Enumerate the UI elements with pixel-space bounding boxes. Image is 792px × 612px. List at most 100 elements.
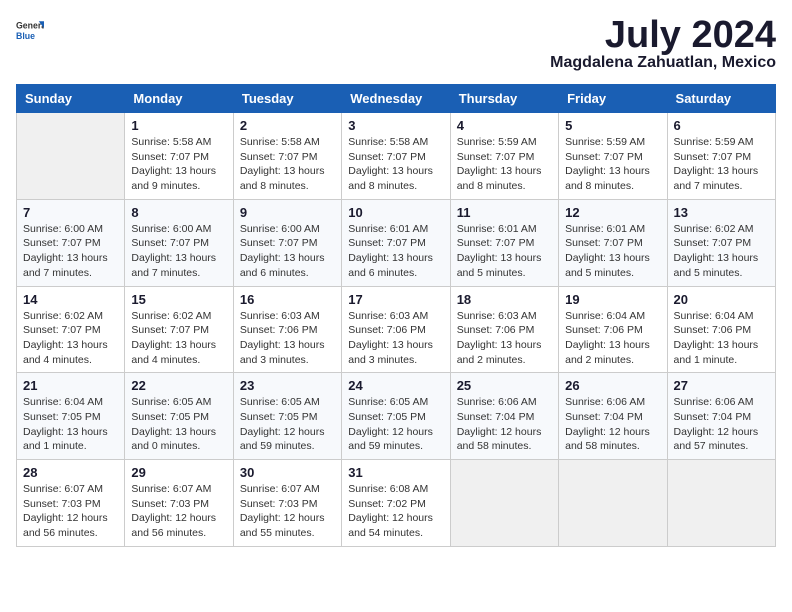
calendar-cell: 22Sunrise: 6:05 AMSunset: 7:05 PMDayligh… — [125, 373, 233, 460]
day-number: 15 — [131, 292, 226, 307]
calendar-cell: 30 Sunrise: 6:07 AMSunset: 7:03 PMDayligh… — [233, 460, 341, 547]
day-info: Sunrise: 6:02 AMSunset: 7:07 PMDaylight:… — [23, 309, 118, 368]
day-number: 26 — [565, 378, 660, 393]
calendar-week-row: 1Sunrise: 5:58 AMSunset: 7:07 PMDaylight… — [17, 113, 776, 200]
calendar-cell: 10Sunrise: 6:01 AMSunset: 7:07 PMDayligh… — [342, 199, 450, 286]
day-number: 17 — [348, 292, 443, 307]
day-number: 18 — [457, 292, 552, 307]
calendar-cell: 17 Sunrise: 6:03 AMSunset: 7:06 PMDayligh… — [342, 286, 450, 373]
day-number: 5 — [565, 118, 660, 133]
calendar-cell: 28 Sunrise: 6:07 AMSunset: 7:03 PMDayligh… — [17, 460, 125, 547]
day-info: Sunrise: 6:05 AMSunset: 7:05 PMDaylight:… — [240, 395, 335, 454]
day-number: 30 — [240, 465, 335, 480]
calendar-cell: 16 Sunrise: 6:03 AMSunset: 7:06 PMDayligh… — [233, 286, 341, 373]
day-of-week-header: Monday — [125, 85, 233, 113]
logo: General Blue — [16, 16, 44, 44]
day-number: 21 — [23, 378, 118, 393]
day-number: 28 — [23, 465, 118, 480]
calendar-cell — [559, 460, 667, 547]
calendar-cell: 23 Sunrise: 6:05 AMSunset: 7:05 PMDayligh… — [233, 373, 341, 460]
day-info: Sunrise: 6:00 AMSunset: 7:07 PMDaylight:… — [240, 222, 335, 281]
day-number: 31 — [348, 465, 443, 480]
day-number: 3 — [348, 118, 443, 133]
day-info: Sunrise: 6:00 AMSunset: 7:07 PMDaylight:… — [23, 222, 118, 281]
calendar-cell: 9 Sunrise: 6:00 AMSunset: 7:07 PMDaylight… — [233, 199, 341, 286]
day-info: Sunrise: 6:03 AMSunset: 7:06 PMDaylight:… — [457, 309, 552, 368]
day-number: 11 — [457, 205, 552, 220]
day-info: Sunrise: 6:06 AMSunset: 7:04 PMDaylight:… — [457, 395, 552, 454]
logo-icon: General Blue — [16, 16, 44, 44]
day-info: Sunrise: 6:01 AMSunset: 7:07 PMDaylight:… — [348, 222, 443, 281]
day-info: Sunrise: 6:02 AMSunset: 7:07 PMDaylight:… — [131, 309, 226, 368]
calendar-cell — [17, 113, 125, 200]
calendar-cell — [667, 460, 775, 547]
calendar-cell: 25 Sunrise: 6:06 AMSunset: 7:04 PMDayligh… — [450, 373, 558, 460]
day-of-week-header: Friday — [559, 85, 667, 113]
calendar-cell: 20Sunrise: 6:04 AMSunset: 7:06 PMDayligh… — [667, 286, 775, 373]
day-info: Sunrise: 5:58 AMSunset: 7:07 PMDaylight:… — [240, 135, 335, 194]
day-of-week-header: Wednesday — [342, 85, 450, 113]
calendar-cell: 24Sunrise: 6:05 AMSunset: 7:05 PMDayligh… — [342, 373, 450, 460]
calendar-cell: 4 Sunrise: 5:59 AMSunset: 7:07 PMDaylight… — [450, 113, 558, 200]
calendar-cell: 5Sunrise: 5:59 AMSunset: 7:07 PMDaylight… — [559, 113, 667, 200]
day-number: 8 — [131, 205, 226, 220]
location: Magdalena Zahuatlan, Mexico — [550, 54, 776, 72]
day-number: 6 — [674, 118, 769, 133]
day-info: Sunrise: 6:05 AMSunset: 7:05 PMDaylight:… — [131, 395, 226, 454]
day-number: 19 — [565, 292, 660, 307]
calendar-cell — [450, 460, 558, 547]
title-location: July 2024 Magdalena Zahuatlan, Mexico — [550, 16, 776, 80]
calendar-cell: 21 Sunrise: 6:04 AMSunset: 7:05 PMDayligh… — [17, 373, 125, 460]
day-number: 16 — [240, 292, 335, 307]
day-of-week-header: Sunday — [17, 85, 125, 113]
calendar-cell: 27Sunrise: 6:06 AMSunset: 7:04 PMDayligh… — [667, 373, 775, 460]
day-number: 7 — [23, 205, 118, 220]
calendar-cell: 8 Sunrise: 6:00 AMSunset: 7:07 PMDaylight… — [125, 199, 233, 286]
day-info: Sunrise: 5:58 AMSunset: 7:07 PMDaylight:… — [348, 135, 443, 194]
day-info: Sunrise: 6:08 AMSunset: 7:02 PMDaylight:… — [348, 482, 443, 541]
day-number: 12 — [565, 205, 660, 220]
day-info: Sunrise: 6:04 AMSunset: 7:06 PMDaylight:… — [565, 309, 660, 368]
day-number: 9 — [240, 205, 335, 220]
calendar-cell: 29Sunrise: 6:07 AMSunset: 7:03 PMDayligh… — [125, 460, 233, 547]
calendar-cell: 3 Sunrise: 5:58 AMSunset: 7:07 PMDaylight… — [342, 113, 450, 200]
day-info: Sunrise: 5:59 AMSunset: 7:07 PMDaylight:… — [457, 135, 552, 194]
day-number: 4 — [457, 118, 552, 133]
month-title: July 2024 — [550, 16, 776, 54]
day-number: 25 — [457, 378, 552, 393]
day-info: Sunrise: 6:07 AMSunset: 7:03 PMDaylight:… — [240, 482, 335, 541]
day-info: Sunrise: 6:00 AMSunset: 7:07 PMDaylight:… — [131, 222, 226, 281]
day-number: 13 — [674, 205, 769, 220]
calendar-cell: 19 Sunrise: 6:04 AMSunset: 7:06 PMDayligh… — [559, 286, 667, 373]
day-number: 24 — [348, 378, 443, 393]
day-number: 23 — [240, 378, 335, 393]
day-of-week-header: Thursday — [450, 85, 558, 113]
calendar-cell: 12Sunrise: 6:01 AMSunset: 7:07 PMDayligh… — [559, 199, 667, 286]
calendar-cell: 11 Sunrise: 6:01 AMSunset: 7:07 PMDayligh… — [450, 199, 558, 286]
day-info: Sunrise: 6:02 AMSunset: 7:07 PMDaylight:… — [674, 222, 769, 281]
calendar-cell: 1Sunrise: 5:58 AMSunset: 7:07 PMDaylight… — [125, 113, 233, 200]
calendar-cell: 26 Sunrise: 6:06 AMSunset: 7:04 PMDayligh… — [559, 373, 667, 460]
svg-text:Blue: Blue — [16, 31, 35, 41]
day-info: Sunrise: 6:04 AMSunset: 7:06 PMDaylight:… — [674, 309, 769, 368]
page-header: General Blue July 2024 Magdalena Zahuatl… — [16, 16, 776, 80]
day-info: Sunrise: 6:01 AMSunset: 7:07 PMDaylight:… — [457, 222, 552, 281]
day-info: Sunrise: 6:03 AMSunset: 7:06 PMDaylight:… — [348, 309, 443, 368]
calendar-cell: 13 Sunrise: 6:02 AMSunset: 7:07 PMDayligh… — [667, 199, 775, 286]
calendar-week-row: 14 Sunrise: 6:02 AMSunset: 7:07 PMDayligh… — [17, 286, 776, 373]
calendar-cell: 14 Sunrise: 6:02 AMSunset: 7:07 PMDayligh… — [17, 286, 125, 373]
day-info: Sunrise: 6:07 AMSunset: 7:03 PMDaylight:… — [23, 482, 118, 541]
calendar-week-row: 21 Sunrise: 6:04 AMSunset: 7:05 PMDayligh… — [17, 373, 776, 460]
day-of-week-header: Tuesday — [233, 85, 341, 113]
calendar-cell: 6Sunrise: 5:59 AMSunset: 7:07 PMDaylight… — [667, 113, 775, 200]
calendar-cell: 31 Sunrise: 6:08 AMSunset: 7:02 PMDayligh… — [342, 460, 450, 547]
calendar-week-row: 28 Sunrise: 6:07 AMSunset: 7:03 PMDayligh… — [17, 460, 776, 547]
day-info: Sunrise: 6:03 AMSunset: 7:06 PMDaylight:… — [240, 309, 335, 368]
day-number: 29 — [131, 465, 226, 480]
calendar-week-row: 7 Sunrise: 6:00 AMSunset: 7:07 PMDaylight… — [17, 199, 776, 286]
day-info: Sunrise: 6:06 AMSunset: 7:04 PMDaylight:… — [565, 395, 660, 454]
day-number: 14 — [23, 292, 118, 307]
calendar-cell: 7 Sunrise: 6:00 AMSunset: 7:07 PMDaylight… — [17, 199, 125, 286]
day-info: Sunrise: 6:04 AMSunset: 7:05 PMDaylight:… — [23, 395, 118, 454]
day-info: Sunrise: 5:58 AMSunset: 7:07 PMDaylight:… — [131, 135, 226, 194]
